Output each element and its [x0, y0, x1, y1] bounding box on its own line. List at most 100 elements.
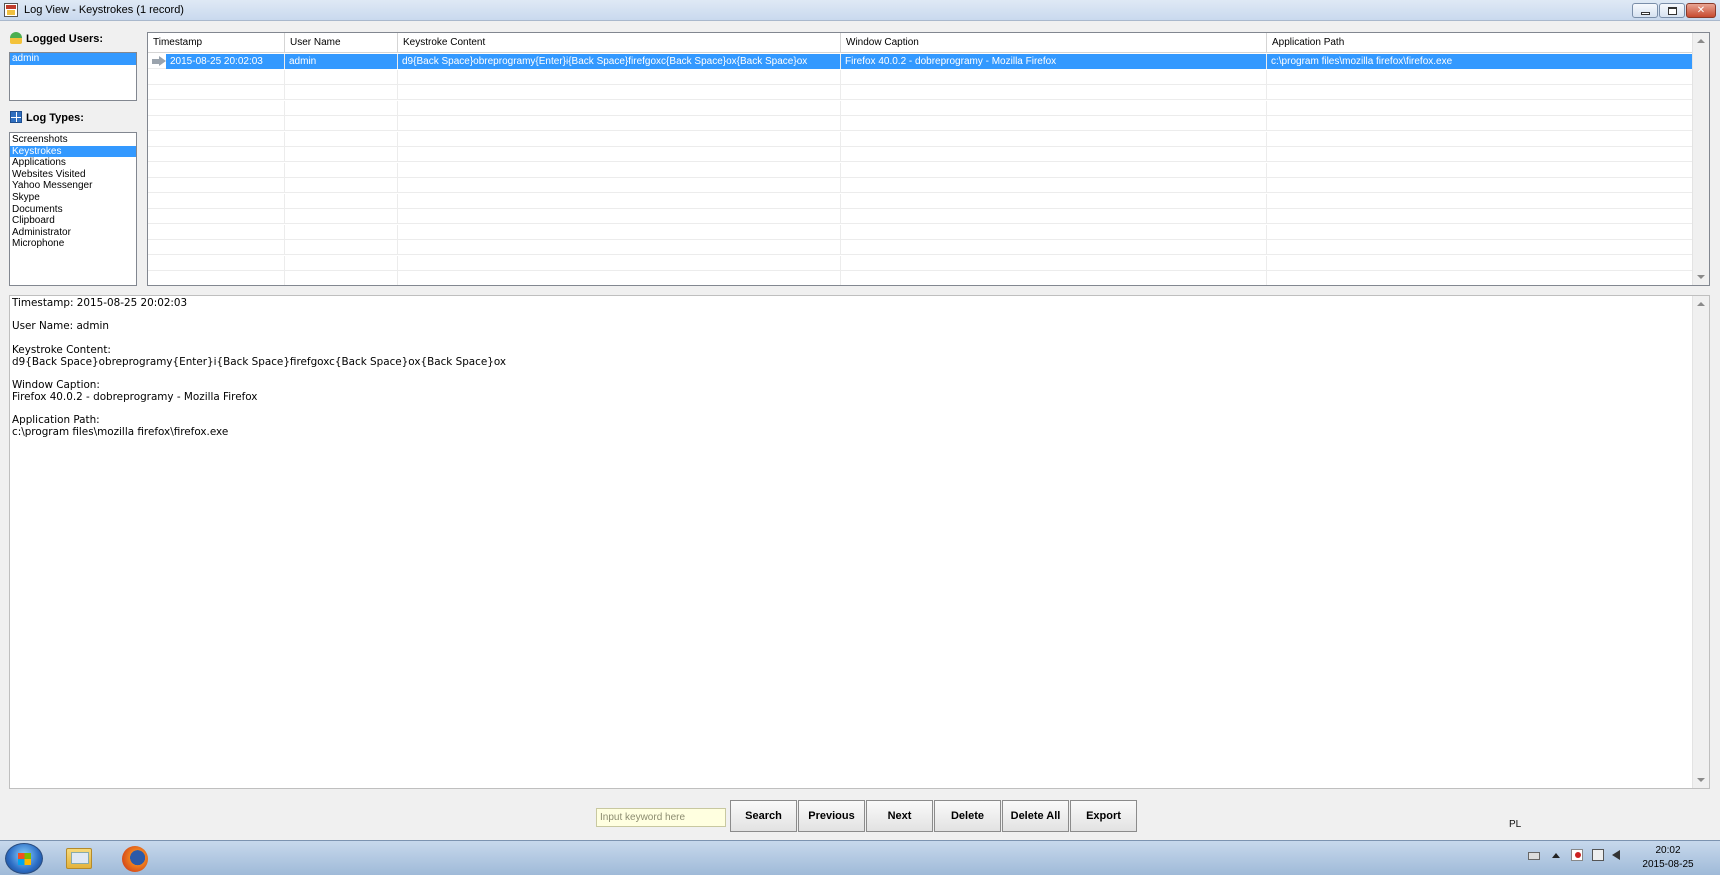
- log-type-item[interactable]: Skype: [10, 192, 136, 204]
- log-type-item[interactable]: Documents: [10, 204, 136, 216]
- users-icon: [10, 32, 22, 44]
- cell-timestamp: 2015-08-25 20:02:03: [166, 54, 285, 69]
- cell-content: [398, 271, 841, 285]
- empty-table-row: [148, 255, 1694, 271]
- cell-path: [1267, 255, 1694, 271]
- empty-table-row: [148, 224, 1694, 240]
- table-row[interactable]: 2015-08-25 20:02:03 admin d9{Back Space}ob…: [148, 54, 1694, 69]
- cell-timestamp: [148, 240, 285, 255]
- minimize-button[interactable]: [1632, 3, 1658, 18]
- cell-user: [285, 178, 398, 193]
- empty-table-row: [148, 209, 1694, 224]
- cell-path: [1267, 271, 1694, 285]
- col-header-keystroke-content[interactable]: Keystroke Content: [398, 33, 841, 53]
- show-hidden-icons-icon[interactable]: [1552, 853, 1560, 858]
- action-center-icon[interactable]: [1571, 849, 1583, 861]
- delete-all-button[interactable]: Delete All: [1002, 800, 1069, 832]
- cell-timestamp: [148, 85, 285, 100]
- taskbar: [0, 840, 1720, 875]
- volume-icon[interactable]: [1612, 850, 1620, 860]
- scroll-up-icon[interactable]: [1697, 302, 1705, 306]
- cell-content: [398, 162, 841, 178]
- col-header-application-path[interactable]: Application Path: [1267, 33, 1694, 53]
- col-header-user-name[interactable]: User Name: [285, 33, 398, 53]
- cell-timestamp: [148, 178, 285, 193]
- cell-path: [1267, 178, 1694, 193]
- cell-caption: [841, 100, 1267, 116]
- cell-content: [398, 240, 841, 255]
- keyboard-icon[interactable]: [1528, 852, 1540, 860]
- cell-timestamp: [148, 224, 285, 240]
- cell-path: [1267, 131, 1694, 147]
- cell-user: admin: [285, 54, 398, 69]
- cell-caption: [841, 178, 1267, 193]
- cell-user: [285, 162, 398, 178]
- log-type-item[interactable]: Microphone: [10, 238, 136, 250]
- cell-path: [1267, 240, 1694, 255]
- empty-table-row: [148, 116, 1694, 131]
- close-button[interactable]: ✕: [1686, 3, 1716, 18]
- cell-content: [398, 131, 841, 147]
- cell-content: [398, 100, 841, 116]
- taskbar-explorer[interactable]: [52, 843, 106, 874]
- system-clock[interactable]: 20:02 2015-08-25: [1625, 844, 1711, 872]
- cell-user: [285, 240, 398, 255]
- cell-caption: [841, 85, 1267, 100]
- cell-caption: [841, 69, 1267, 85]
- col-header-timestamp[interactable]: Timestamp: [148, 33, 285, 53]
- network-icon[interactable]: [1592, 849, 1604, 861]
- user-list-item[interactable]: admin: [10, 53, 136, 65]
- cell-timestamp: [148, 147, 285, 162]
- log-type-item[interactable]: Keystrokes: [10, 145, 136, 158]
- scroll-up-icon[interactable]: [1697, 39, 1705, 43]
- previous-button[interactable]: Previous: [798, 800, 865, 832]
- cell-user: [285, 69, 398, 85]
- cell-user: [285, 131, 398, 147]
- grid-scrollbar[interactable]: [1692, 33, 1709, 285]
- start-button[interactable]: [5, 843, 43, 874]
- cell-caption: Firefox 40.0.2 - dobreprogramy - Mozilla…: [841, 54, 1267, 69]
- cell-content: [398, 224, 841, 240]
- log-type-item[interactable]: Administrator: [10, 227, 136, 239]
- cell-caption: [841, 224, 1267, 240]
- log-type-item[interactable]: Yahoo Messenger: [10, 180, 136, 192]
- log-type-item[interactable]: Websites Visited: [10, 169, 136, 181]
- log-types-listbox[interactable]: Screenshots Keystrokes Applications Website…: [9, 132, 137, 286]
- cell-user: [285, 85, 398, 100]
- cell-timestamp: [148, 131, 285, 147]
- cell-user: [285, 193, 398, 209]
- scroll-down-icon[interactable]: [1697, 778, 1705, 782]
- record-details-text: Timestamp: 2015-08-25 20:02:03 User Name…: [12, 297, 507, 438]
- taskbar-firefox[interactable]: [108, 843, 162, 874]
- export-button[interactable]: Export: [1070, 800, 1137, 832]
- clock-date: 2015-08-25: [1642, 859, 1694, 870]
- users-listbox[interactable]: admin: [9, 52, 137, 101]
- cell-caption: [841, 147, 1267, 162]
- log-type-item[interactable]: Clipboard: [10, 215, 136, 227]
- log-grid[interactable]: Timestamp User Name Keystroke Content Wi…: [147, 32, 1710, 286]
- cell-content: [398, 147, 841, 162]
- keyword-search-input[interactable]: [596, 808, 726, 827]
- cell-content: [398, 85, 841, 100]
- search-button[interactable]: Search: [730, 800, 797, 832]
- cell-content: [398, 209, 841, 224]
- cell-user: [285, 271, 398, 285]
- delete-button[interactable]: Delete: [934, 800, 1001, 832]
- windows-logo-icon: [18, 853, 31, 865]
- cell-timestamp: [148, 116, 285, 131]
- record-details-box[interactable]: Timestamp: 2015-08-25 20:02:03 User Name…: [9, 295, 1710, 789]
- col-header-window-caption[interactable]: Window Caption: [841, 33, 1267, 53]
- restore-button[interactable]: [1659, 3, 1685, 18]
- empty-table-row: [148, 100, 1694, 116]
- log-type-item[interactable]: Screenshots: [10, 134, 136, 146]
- details-scrollbar[interactable]: [1692, 296, 1709, 788]
- cell-caption: [841, 193, 1267, 209]
- scroll-down-icon[interactable]: [1697, 275, 1705, 279]
- cell-content: [398, 69, 841, 85]
- cell-path: [1267, 100, 1694, 116]
- cell-timestamp: [148, 100, 285, 116]
- next-button[interactable]: Next: [866, 800, 933, 832]
- logged-users-heading: Logged Users:: [10, 32, 103, 45]
- language-indicator[interactable]: PL: [1509, 819, 1521, 830]
- log-type-item[interactable]: Applications: [10, 157, 136, 169]
